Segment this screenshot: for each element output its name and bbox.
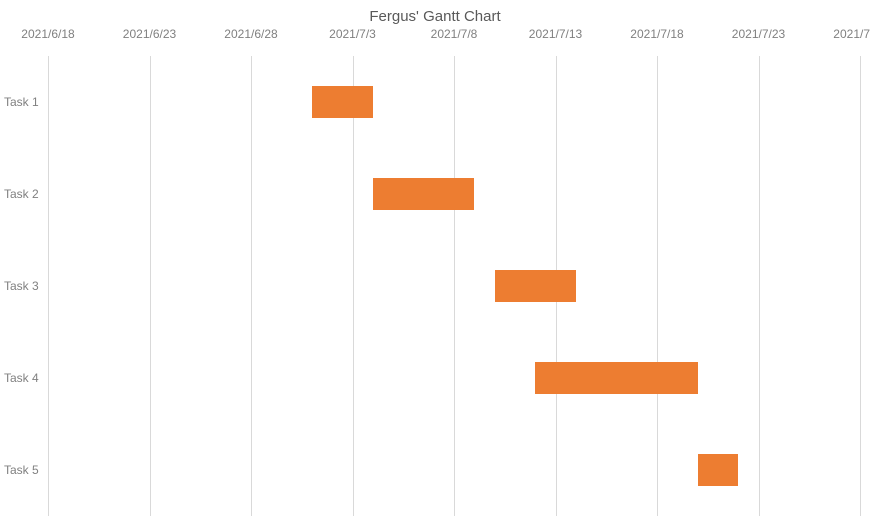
- task-label-3: Task 3: [0, 279, 46, 293]
- x-tick-6: 2021/7/18: [630, 27, 683, 41]
- x-tick-0: 2021/6/18: [21, 27, 74, 41]
- chart-title: Fergus' Gantt Chart: [0, 0, 870, 27]
- plot-area: Task 1 Task 2 Task 3 Task 4 Task 5: [48, 56, 860, 516]
- task-row-1: Task 1: [48, 56, 860, 148]
- task-label-2: Task 2: [0, 187, 46, 201]
- task-row-3: Task 3: [48, 240, 860, 332]
- x-tick-7: 2021/7/23: [732, 27, 785, 41]
- x-tick-2: 2021/6/28: [224, 27, 277, 41]
- x-tick-8: 2021/7/28: [833, 27, 870, 41]
- task-label-5: Task 5: [0, 463, 46, 477]
- x-tick-3: 2021/7/3: [329, 27, 376, 41]
- task-label-4: Task 4: [0, 371, 46, 385]
- x-tick-1: 2021/6/23: [123, 27, 176, 41]
- x-tick-5: 2021/7/13: [529, 27, 582, 41]
- task-row-5: Task 5: [48, 424, 860, 516]
- gridline: [860, 56, 861, 516]
- task-row-4: Task 4: [48, 332, 860, 424]
- task-bar-3: [495, 270, 576, 302]
- task-bar-1: [312, 86, 373, 118]
- task-bar-5: [698, 454, 739, 486]
- task-bar-2: [373, 178, 475, 210]
- task-bar-4: [535, 362, 697, 394]
- gantt-chart: Fergus' Gantt Chart 2021/6/18 2021/6/23 …: [0, 0, 870, 526]
- x-tick-4: 2021/7/8: [431, 27, 478, 41]
- x-axis: 2021/6/18 2021/6/23 2021/6/28 2021/7/3 2…: [48, 27, 860, 51]
- rows: Task 1 Task 2 Task 3 Task 4 Task 5: [48, 56, 860, 516]
- task-label-1: Task 1: [0, 95, 46, 109]
- task-row-2: Task 2: [48, 148, 860, 240]
